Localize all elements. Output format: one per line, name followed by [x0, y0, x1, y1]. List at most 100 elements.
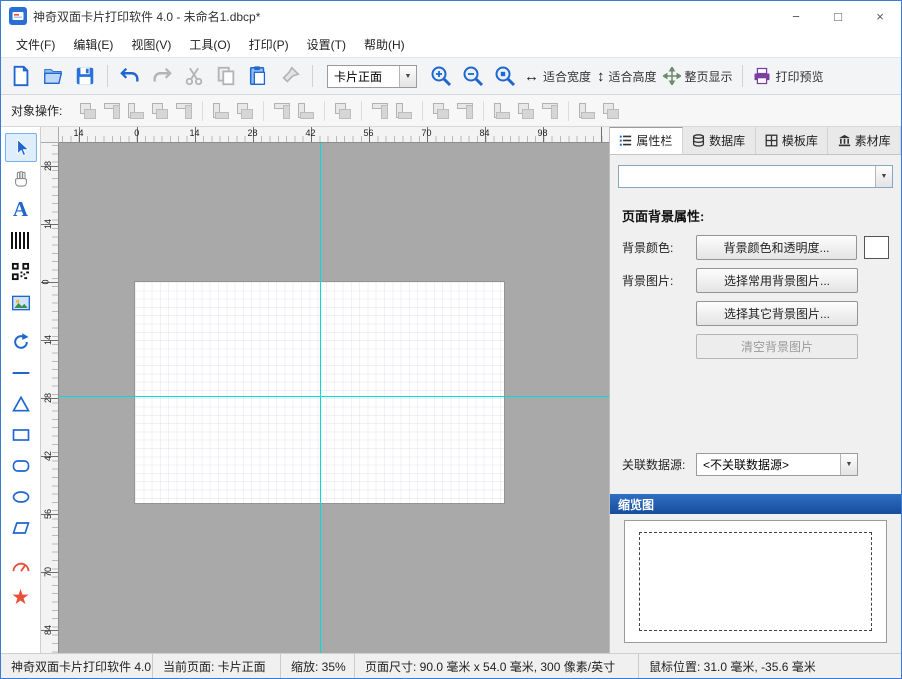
ruler-label-h: 0	[134, 128, 139, 138]
tab-database-label: 数据库	[709, 132, 745, 149]
ruler-label-h: 84	[479, 128, 489, 138]
text-tool[interactable]: A	[5, 195, 37, 224]
object-selector[interactable]: ▼	[618, 165, 893, 188]
bg-color-button[interactable]: 背景颜色和透明度...	[696, 235, 857, 260]
gauge-tool[interactable]	[5, 552, 37, 581]
open-file-button[interactable]	[39, 62, 67, 90]
bring-to-front-icon[interactable]	[125, 100, 147, 122]
ruler-vertical[interactable]: 28140142842567084	[41, 143, 59, 653]
send-to-back-icon[interactable]	[149, 100, 171, 122]
select-tool[interactable]	[5, 133, 37, 162]
datasource-selector[interactable]: <不关联数据源> ▼	[696, 453, 858, 476]
triangle-tool[interactable]	[5, 389, 37, 418]
redo-button[interactable]	[148, 62, 176, 90]
tab-templates[interactable]: 模板库	[756, 127, 829, 154]
menu-view[interactable]: 视图(V)	[122, 32, 180, 57]
clear-bg-button[interactable]: 清空背景图片	[696, 334, 858, 359]
right-panel: 属性栏 数据库 模板库 素材库 ▼ 页面背景属性:	[609, 127, 901, 653]
space-evenly-horizontal-icon[interactable]	[515, 100, 537, 122]
align-right-icon[interactable]	[234, 100, 256, 122]
rectangle-tool[interactable]	[5, 420, 37, 449]
copy-button[interactable]	[212, 62, 240, 90]
properties-icon	[619, 134, 632, 147]
tab-materials-label: 素材库	[855, 132, 891, 149]
rotate-tool[interactable]	[5, 327, 37, 356]
menu-print[interactable]: 打印(P)	[240, 32, 298, 57]
ruler-label-v: 70	[43, 567, 53, 577]
select-other-bg-button[interactable]: 选择其它背景图片...	[696, 301, 858, 326]
select-common-bg-button[interactable]: 选择常用背景图片...	[696, 268, 858, 293]
save-button[interactable]	[71, 62, 99, 90]
group-icon[interactable]	[77, 100, 99, 122]
star-tool[interactable]: ★	[5, 583, 37, 612]
undo-button[interactable]	[116, 62, 144, 90]
image-tool[interactable]	[5, 288, 37, 317]
ellipse-tool[interactable]	[5, 482, 37, 511]
fit-page-button[interactable]: 整页显示	[662, 62, 734, 90]
new-document-button[interactable]	[7, 62, 35, 90]
cut-button[interactable]	[180, 62, 208, 90]
space-evenly-vertical-icon[interactable]	[539, 100, 561, 122]
parallelogram-icon	[11, 518, 31, 538]
qrcode-tool[interactable]	[5, 257, 37, 286]
print-preview-button[interactable]: 打印预览	[751, 62, 825, 90]
qrcode-icon	[11, 262, 30, 281]
status-app-name: 神奇双面卡片打印软件 4.0	[1, 654, 153, 678]
zoom-in-button[interactable]	[427, 62, 455, 90]
rounded-rectangle-tool[interactable]	[5, 451, 37, 480]
tab-database[interactable]: 数据库	[683, 127, 756, 154]
menu-file[interactable]: 文件(F)	[7, 32, 64, 57]
tab-properties-label: 属性栏	[636, 132, 672, 149]
menu-settings[interactable]: 设置(T)	[298, 32, 355, 57]
align-center-horizontal-icon[interactable]	[332, 100, 354, 122]
line-tool[interactable]	[5, 358, 37, 387]
fit-width-icon: ↔	[524, 68, 539, 85]
parallelogram-tool[interactable]	[5, 513, 37, 542]
same-height-icon[interactable]	[454, 100, 476, 122]
align-top-icon[interactable]	[271, 100, 293, 122]
close-button[interactable]: ×	[859, 1, 901, 31]
align-left-icon[interactable]	[210, 100, 232, 122]
maximize-button[interactable]: □	[817, 1, 859, 31]
rotate-right-icon[interactable]	[600, 100, 622, 122]
cursor-arrow-icon	[11, 138, 31, 158]
barcode-tool[interactable]	[5, 226, 37, 255]
pan-tool[interactable]	[5, 164, 37, 193]
minimize-button[interactable]: −	[775, 1, 817, 31]
zoom-out-button[interactable]	[459, 62, 487, 90]
ruler-horizontal[interactable]: 14014284256708498	[59, 127, 609, 143]
barcode-icon	[11, 232, 31, 249]
fit-page-icon	[663, 67, 681, 85]
ruler-label-h: 14	[73, 128, 83, 138]
page-selector[interactable]: 卡片正面 ▼	[327, 65, 417, 88]
zoom-actual-button[interactable]	[491, 62, 519, 90]
toolbar-separator	[742, 65, 743, 87]
chevron-down-icon: ▼	[399, 66, 416, 87]
ungroup-icon[interactable]	[101, 100, 123, 122]
app-window: 神奇双面卡片打印软件 4.0 - 未命名1.dbcp* − □ × 文件(F) …	[0, 0, 902, 679]
status-current-page: 当前页面: 卡片正面	[153, 654, 281, 678]
ellipse-icon	[11, 487, 31, 507]
menu-tools[interactable]: 工具(O)	[180, 32, 239, 57]
paste-button[interactable]	[244, 62, 272, 90]
bg-color-label: 背景颜色:	[622, 239, 696, 256]
tab-materials[interactable]: 素材库	[828, 127, 901, 154]
bg-color-swatch[interactable]	[864, 236, 889, 259]
menu-edit[interactable]: 编辑(E)	[64, 32, 122, 57]
star-icon: ★	[11, 587, 30, 608]
align-center-vertical-icon[interactable]	[369, 100, 391, 122]
text-tool-icon: A	[13, 199, 28, 220]
format-brush-button[interactable]	[276, 62, 304, 90]
object-bar-separator	[263, 101, 264, 121]
rotate-left-icon[interactable]	[576, 100, 598, 122]
align-bottom-icon[interactable]	[295, 100, 317, 122]
bring-forward-icon[interactable]	[173, 100, 195, 122]
fit-width-button[interactable]: ↔ 适合宽度	[523, 62, 592, 90]
fit-height-button[interactable]: ↕ 适合高度	[596, 62, 658, 90]
same-width-icon[interactable]	[430, 100, 452, 122]
center-in-page-icon[interactable]	[393, 100, 415, 122]
same-size-icon[interactable]	[491, 100, 513, 122]
tab-properties[interactable]: 属性栏	[610, 127, 683, 154]
design-canvas[interactable]	[59, 143, 609, 653]
menu-help[interactable]: 帮助(H)	[355, 32, 414, 57]
